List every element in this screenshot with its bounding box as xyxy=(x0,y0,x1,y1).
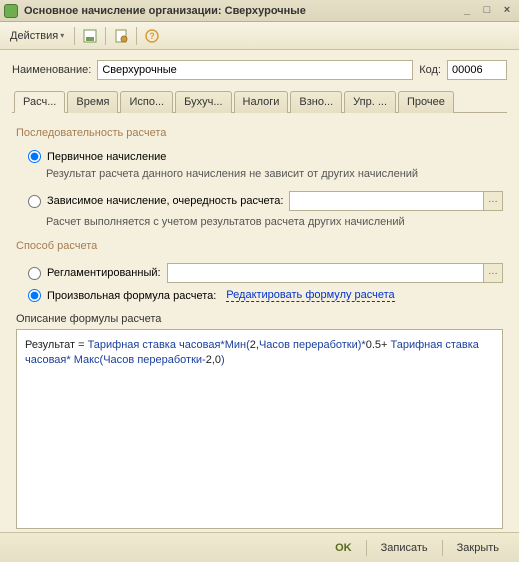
footer: OK Записать Закрыть xyxy=(0,532,519,562)
separator xyxy=(136,27,137,45)
tab-mgmt[interactable]: Упр. ... xyxy=(344,91,396,113)
tab-use[interactable]: Испо... xyxy=(120,91,173,113)
ok-button[interactable]: OK xyxy=(325,539,362,557)
tab-contrib[interactable]: Взно... xyxy=(290,91,342,113)
dependent-select-button[interactable]: … xyxy=(483,191,503,211)
name-label: Наименование: xyxy=(12,64,91,76)
app-icon xyxy=(4,4,18,18)
separator xyxy=(366,540,367,556)
name-input[interactable] xyxy=(97,60,413,80)
formula-text: Тарифная ставка часовая*Мин( xyxy=(88,339,250,351)
toolbar: Действия ▾ ? xyxy=(0,22,519,50)
primary-hint: Результат расчета данного начисления не … xyxy=(16,166,503,188)
help-icon[interactable]: ? xyxy=(143,27,161,45)
actions-label: Действия xyxy=(10,30,58,42)
method-title: Способ расчета xyxy=(16,240,503,252)
formula-text: 2,0 xyxy=(206,354,221,366)
formula-desc-title: Описание формулы расчета xyxy=(16,313,503,325)
custom-label: Произвольная формула расчета: xyxy=(47,290,216,302)
tab-bar: Расч... Время Испо... Бухуч... Налоги Вз… xyxy=(12,90,507,113)
dependent-label: Зависимое начисление, очередность расчет… xyxy=(47,195,283,207)
formula-box: Результат = Тарифная ставка часовая*Мин(… xyxy=(16,329,503,529)
separator xyxy=(105,27,106,45)
maximize-button[interactable]: □ xyxy=(479,4,495,18)
dependent-order-input[interactable] xyxy=(289,191,483,211)
primary-label: Первичное начисление xyxy=(47,151,166,163)
formula-text: ) xyxy=(221,354,225,366)
tab-accounting[interactable]: Бухуч... xyxy=(175,91,231,113)
regulated-select-button[interactable]: … xyxy=(483,263,503,283)
formula-text: Часов переработки)* xyxy=(259,339,366,351)
minimize-button[interactable]: _ xyxy=(459,4,475,18)
save-icon[interactable] xyxy=(81,27,99,45)
tab-content: Последовательность расчета Первичное нач… xyxy=(12,113,507,533)
formula-text: Результат = xyxy=(25,339,88,351)
edit-formula-link[interactable]: Редактировать формулу расчета xyxy=(226,289,394,302)
regulated-radio[interactable] xyxy=(28,267,41,280)
svg-text:?: ? xyxy=(149,31,155,41)
custom-radio[interactable] xyxy=(28,289,41,302)
title-bar: Основное начисление организации: Сверхур… xyxy=(0,0,519,22)
close-button[interactable]: Закрыть xyxy=(447,539,509,557)
formula-text: 2, xyxy=(250,339,259,351)
window-title: Основное начисление организации: Сверхур… xyxy=(24,5,459,17)
regulated-input[interactable] xyxy=(167,263,483,283)
dependent-hint: Расчет выполняется с учетом результатов … xyxy=(16,214,503,236)
tab-other[interactable]: Прочее xyxy=(398,91,454,113)
sequence-title: Последовательность расчета xyxy=(16,127,503,139)
separator xyxy=(442,540,443,556)
tab-time[interactable]: Время xyxy=(67,91,118,113)
dependent-radio[interactable] xyxy=(28,195,41,208)
close-window-button[interactable]: × xyxy=(499,4,515,18)
formula-text: 0.5+ xyxy=(366,339,391,351)
code-label: Код: xyxy=(419,64,441,76)
primary-radio[interactable] xyxy=(28,150,41,163)
code-input[interactable] xyxy=(447,60,507,80)
document-icon[interactable] xyxy=(112,27,130,45)
tab-calc[interactable]: Расч... xyxy=(14,91,65,113)
save-button[interactable]: Записать xyxy=(371,539,438,557)
tab-taxes[interactable]: Налоги xyxy=(234,91,289,113)
separator xyxy=(74,27,75,45)
actions-menu[interactable]: Действия ▾ xyxy=(6,28,68,44)
caret-down-icon: ▾ xyxy=(60,31,64,40)
regulated-label: Регламентированный: xyxy=(47,267,161,279)
